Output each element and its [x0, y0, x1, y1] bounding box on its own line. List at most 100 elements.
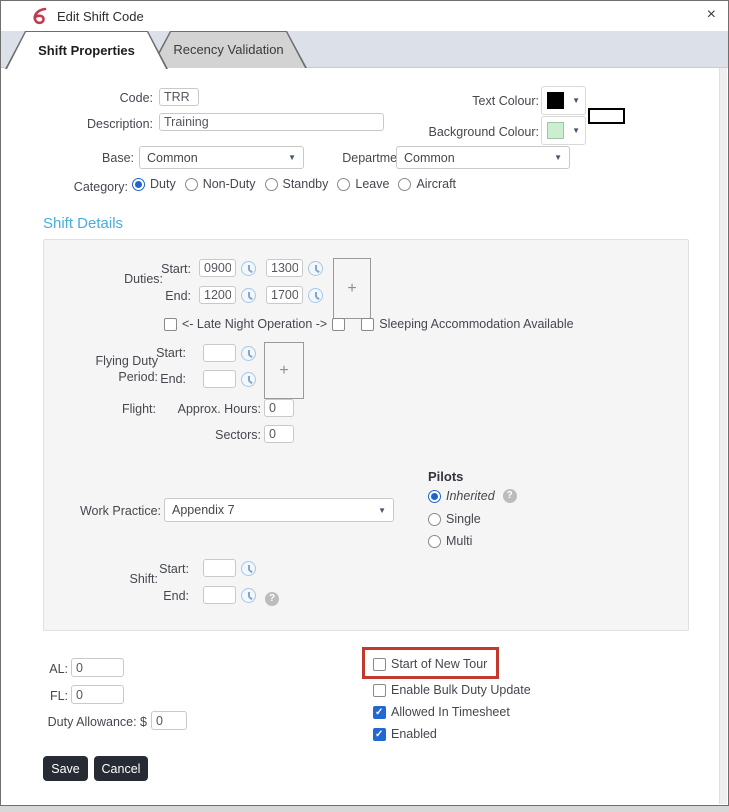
chevron-down-icon: ▼ [554, 153, 562, 162]
description-input[interactable] [159, 113, 384, 131]
radio-option-single[interactable]: Single [428, 512, 481, 526]
duty-end-time-1-input[interactable] [199, 286, 236, 304]
close-icon[interactable]: × [707, 6, 716, 24]
text-colour-label: Text Colour: [431, 94, 539, 108]
category-label: Category: [58, 180, 128, 194]
category-radio-group: Duty Non-Duty Standby Leave Aircraft [132, 177, 456, 191]
sleeping-accommodation-checkbox[interactable] [361, 318, 374, 331]
late-night-end-checkbox[interactable] [332, 318, 345, 331]
duty-start-time-1-input[interactable] [199, 259, 236, 277]
clock-icon[interactable] [308, 288, 323, 303]
duties-start-label: Start: [131, 262, 191, 276]
clock-icon[interactable] [241, 346, 256, 361]
radio-icon [428, 535, 441, 548]
allowed-in-timesheet-option[interactable]: Allowed In Timesheet [373, 705, 510, 719]
radio-label: Multi [446, 534, 472, 548]
chevron-down-icon: ▼ [288, 153, 296, 162]
al-input[interactable] [71, 658, 124, 677]
background-colour-swatch [547, 122, 564, 139]
add-fdp-button[interactable]: + [264, 342, 304, 399]
clock-icon[interactable] [241, 561, 256, 576]
radio-icon [132, 178, 145, 191]
plus-icon: + [347, 280, 356, 298]
clock-icon[interactable] [241, 288, 256, 303]
flight-label: Flight: [96, 402, 156, 416]
sleeping-accommodation-label: Sleeping Accommodation Available [379, 317, 573, 331]
add-duty-button[interactable]: + [333, 258, 371, 319]
enabled-option[interactable]: Enabled [373, 727, 437, 741]
radio-option-multi[interactable]: Multi [428, 534, 472, 548]
radio-label: Aircraft [416, 177, 456, 191]
enable-bulk-duty-update-option[interactable]: Enable Bulk Duty Update [373, 683, 531, 697]
dialog-title: Edit Shift Code [57, 9, 144, 24]
radio-label: Inherited [446, 489, 495, 503]
title-bar: Edit Shift Code × [1, 1, 728, 31]
help-icon[interactable]: ? [503, 489, 517, 503]
tab-shift-properties[interactable]: Shift Properties [5, 31, 168, 69]
plus-icon: + [279, 362, 288, 380]
radio-label: Non-Duty [203, 177, 256, 191]
clock-icon[interactable] [241, 588, 256, 603]
shift-end-input[interactable] [203, 586, 236, 604]
vertical-scrollbar[interactable] [719, 68, 727, 804]
base-select[interactable]: Common ▼ [139, 146, 304, 169]
start-of-new-tour-checkbox [373, 658, 386, 671]
fl-label: FL: [36, 689, 68, 703]
allowed-in-timesheet-checkbox [373, 706, 386, 719]
duties-end-label: End: [131, 289, 191, 303]
fl-input[interactable] [71, 685, 124, 704]
text-colour-dropdown[interactable]: ▼ [541, 86, 586, 115]
late-night-start-checkbox[interactable] [164, 318, 177, 331]
radio-label: Standby [283, 177, 329, 191]
sectors-input[interactable] [264, 425, 294, 443]
enable-bulk-duty-update-checkbox [373, 684, 386, 697]
fdp-start-input[interactable] [203, 344, 236, 362]
radio-option-leave[interactable]: Leave [337, 177, 389, 191]
checkbox-label: Enable Bulk Duty Update [391, 683, 531, 697]
clock-icon[interactable] [241, 372, 256, 387]
radio-option-inherited[interactable]: Inherited ? [428, 489, 517, 503]
chevron-down-icon: ▼ [572, 126, 580, 135]
duty-allowance-label: Duty Allowance: $ [31, 715, 147, 729]
department-select[interactable]: Common ▼ [396, 146, 570, 169]
checkbox-label: Enabled [391, 727, 437, 741]
work-practice-label: Work Practice: [61, 504, 161, 518]
radio-label: Duty [150, 177, 176, 191]
department-value: Common [404, 151, 455, 165]
duty-allowance-input[interactable] [151, 711, 187, 730]
chevron-down-icon: ▼ [572, 96, 580, 105]
tab-label: Shift Properties [5, 31, 168, 69]
clock-icon[interactable] [308, 261, 323, 276]
duty-start-time-2-input[interactable] [266, 259, 303, 277]
enabled-checkbox [373, 728, 386, 741]
approx-hours-label: Approx. Hours: [161, 402, 261, 416]
radio-icon [337, 178, 350, 191]
clock-icon[interactable] [241, 261, 256, 276]
radio-icon [428, 490, 441, 503]
approx-hours-input[interactable] [264, 399, 294, 417]
save-button[interactable]: Save [43, 756, 88, 781]
duty-end-time-2-input[interactable] [266, 286, 303, 304]
background-colour-dropdown[interactable]: ▼ [541, 116, 586, 145]
cancel-button[interactable]: Cancel [94, 756, 148, 781]
fdp-end-label: End: [131, 372, 186, 386]
radio-option-aircraft[interactable]: Aircraft [398, 177, 456, 191]
help-icon[interactable]: ? [265, 592, 279, 606]
shift-end-label: End: [131, 589, 189, 603]
work-practice-select[interactable]: Appendix 7 ▼ [164, 498, 394, 522]
app-logo-icon [31, 7, 49, 32]
radio-option-non-duty[interactable]: Non-Duty [185, 177, 256, 191]
tab-label: Recency Validation [150, 31, 307, 68]
checkbox-label: Allowed In Timesheet [391, 705, 510, 719]
late-night-label: <- Late Night Operation -> [182, 317, 327, 331]
radio-option-standby[interactable]: Standby [265, 177, 329, 191]
radio-option-duty[interactable]: Duty [132, 177, 176, 191]
radio-icon [185, 178, 198, 191]
pilots-heading: Pilots [428, 469, 463, 484]
code-input[interactable] [159, 88, 199, 106]
start-of-new-tour-option[interactable]: Start of New Tour [373, 657, 487, 671]
shift-start-input[interactable] [203, 559, 236, 577]
fdp-end-input[interactable] [203, 370, 236, 388]
tab-recency-validation[interactable]: Recency Validation [150, 31, 307, 68]
radio-label: Leave [355, 177, 389, 191]
